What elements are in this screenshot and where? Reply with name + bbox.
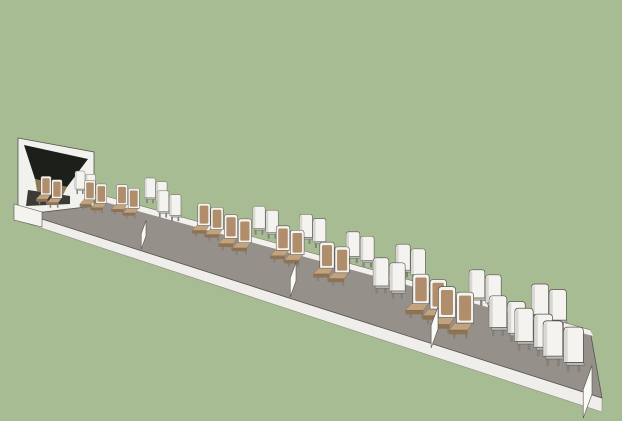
model-viewport[interactable] <box>0 0 639 433</box>
application-window <box>0 0 639 433</box>
